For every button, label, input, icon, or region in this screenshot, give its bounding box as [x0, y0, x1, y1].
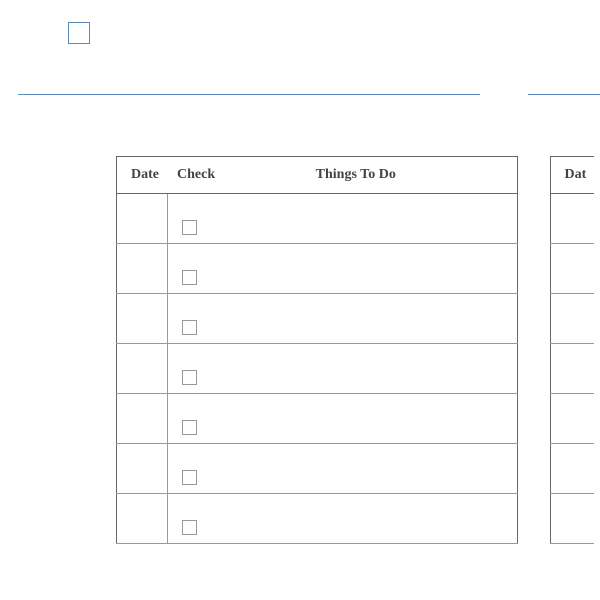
date-cell[interactable] [550, 244, 594, 294]
table-row [550, 394, 594, 444]
task-cell[interactable] [227, 444, 517, 494]
task-cell[interactable] [227, 294, 517, 344]
tables-container: Date Check Things To Do [116, 156, 594, 544]
table-row [117, 494, 518, 544]
date-cell[interactable] [117, 344, 168, 394]
header-check: Check [167, 157, 227, 194]
check-cell [167, 494, 227, 544]
header-date-2: Dat [550, 157, 594, 194]
task-cell[interactable] [227, 344, 517, 394]
row-checkbox[interactable] [182, 220, 197, 235]
check-cell [167, 394, 227, 444]
date-cell[interactable] [550, 394, 594, 444]
row-checkbox[interactable] [182, 320, 197, 335]
table-row [117, 244, 518, 294]
date-cell[interactable] [117, 394, 168, 444]
task-cell[interactable] [227, 244, 517, 294]
table-row [117, 194, 518, 244]
table-row [117, 394, 518, 444]
table-row [550, 494, 594, 544]
table-row [550, 194, 594, 244]
check-cell [167, 244, 227, 294]
row-checkbox[interactable] [182, 270, 197, 285]
date-cell[interactable] [550, 294, 594, 344]
table-row [117, 294, 518, 344]
date-cell[interactable] [550, 344, 594, 394]
header-things: Things To Do [227, 157, 517, 194]
date-cell[interactable] [117, 244, 168, 294]
check-cell [167, 444, 227, 494]
todo-table-left: Date Check Things To Do [116, 156, 518, 544]
header-date: Date [117, 157, 168, 194]
task-cell[interactable] [227, 394, 517, 444]
check-cell [167, 194, 227, 244]
row-checkbox[interactable] [182, 420, 197, 435]
row-checkbox[interactable] [182, 370, 197, 385]
table-row [550, 294, 594, 344]
table-row [550, 244, 594, 294]
todo-rows [117, 194, 518, 544]
check-cell [167, 294, 227, 344]
check-cell [167, 344, 227, 394]
task-cell[interactable] [227, 194, 517, 244]
task-cell[interactable] [227, 494, 517, 544]
table-row [117, 444, 518, 494]
date-cell[interactable] [117, 494, 168, 544]
table-row [550, 444, 594, 494]
date-cell[interactable] [550, 494, 594, 544]
date-cell[interactable] [117, 444, 168, 494]
top-checkbox[interactable] [68, 22, 90, 44]
date-cell[interactable] [550, 444, 594, 494]
table-row [550, 344, 594, 394]
row-checkbox[interactable] [182, 470, 197, 485]
divider-gap [480, 93, 528, 96]
row-checkbox[interactable] [182, 520, 197, 535]
date-cell[interactable] [550, 194, 594, 244]
date-cell[interactable] [117, 294, 168, 344]
todo-table-right: Dat [550, 156, 595, 544]
date-cell[interactable] [117, 194, 168, 244]
table-row [117, 344, 518, 394]
